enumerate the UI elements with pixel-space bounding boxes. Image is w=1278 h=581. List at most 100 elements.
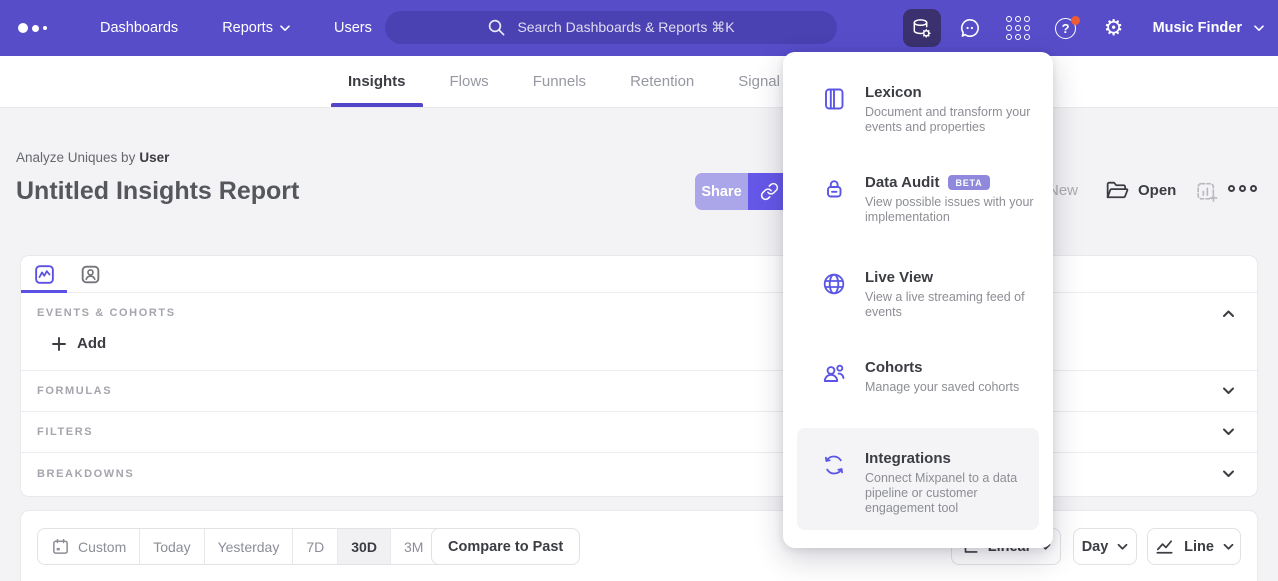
range-yesterday[interactable]: Yesterday <box>204 529 293 564</box>
filters-section[interactable]: FILTERS <box>21 412 1257 453</box>
tab-insights[interactable]: Insights <box>331 56 423 107</box>
compare-to-past-button[interactable]: Compare to Past <box>431 528 580 565</box>
events-cohorts-header: EVENTS & COHORTS <box>37 307 176 319</box>
globe-icon <box>820 270 848 298</box>
filters-header: FILTERS <box>37 426 93 438</box>
chevron-down-icon <box>1117 543 1128 551</box>
feedback-button[interactable] <box>951 9 989 47</box>
data-settings-button[interactable] <box>903 9 941 47</box>
range-30d[interactable]: 30D <box>337 529 390 564</box>
share-button[interactable]: Share <box>695 173 748 210</box>
analysis-context: Analyze Uniques by User <box>16 150 169 165</box>
folder-open-icon <box>1104 178 1129 203</box>
link-icon <box>760 182 779 201</box>
tab-retention[interactable]: Retention <box>613 56 711 107</box>
add-chart-to-board-icon <box>1194 179 1219 204</box>
menu-item-description: View a live streaming feed of events <box>865 290 1037 320</box>
activity-chart-icon <box>33 263 56 286</box>
lexicon-book-icon <box>820 85 848 113</box>
nav-reports[interactable]: Reports <box>200 0 312 56</box>
chevron-down-icon <box>1222 428 1235 437</box>
range-today[interactable]: Today <box>139 529 203 564</box>
nav-dashboards[interactable]: Dashboards <box>78 0 200 56</box>
context-prefix: Analyze Uniques by <box>16 150 135 165</box>
apps-grid-button[interactable] <box>999 9 1037 47</box>
tab-flows[interactable]: Flows <box>433 56 506 107</box>
range-7d[interactable]: 7D <box>292 529 337 564</box>
data-settings-icon <box>910 17 933 40</box>
menu-item-lexicon[interactable]: Lexicon Document and transform your even… <box>783 84 1053 135</box>
nav-reports-label: Reports <box>222 20 273 36</box>
open-label: Open <box>1138 182 1176 199</box>
tab-events-view[interactable] <box>21 256 67 292</box>
chevron-down-icon <box>1254 25 1264 32</box>
interval-dropdown[interactable]: Day <box>1073 528 1137 565</box>
apps-grid-icon <box>1006 16 1030 40</box>
user-card-icon <box>79 263 102 286</box>
page: Dashboards Reports Users Search Dashboar… <box>0 0 1278 581</box>
menu-item-title: Live View <box>865 269 933 286</box>
search-placeholder: Search Dashboards & Reports ⌘K <box>517 19 734 36</box>
context-entity-selector[interactable]: User <box>139 150 169 165</box>
chart-controls-card: Custom Today Yesterday 7D 30D 3M 6M 12M … <box>20 510 1258 581</box>
top-navigation: Dashboards Reports Users <box>78 0 394 56</box>
nav-dashboards-label: Dashboards <box>100 20 178 36</box>
beta-badge: BETA <box>948 175 989 190</box>
settings-button[interactable]: ⚙ <box>1095 9 1133 47</box>
share-group: Share <box>695 173 791 210</box>
chart-type-dropdown[interactable]: Line <box>1147 528 1241 565</box>
add-event-button[interactable]: Add <box>51 335 106 352</box>
header-actions: New Open <box>1040 175 1260 208</box>
report-title[interactable]: Untitled Insights Report <box>16 177 299 206</box>
menu-item-data-audit[interactable]: Data Audit BETA View possible issues wit… <box>783 174 1053 225</box>
data-management-menu: Lexicon Document and transform your even… <box>783 52 1053 548</box>
query-builder-card: EVENTS & COHORTS Add FORMULAS FILTERS BR… <box>20 255 1258 497</box>
range-custom[interactable]: Custom <box>38 529 139 564</box>
menu-item-title: Integrations <box>865 450 951 467</box>
range-3m[interactable]: 3M <box>390 529 436 564</box>
notification-dot <box>1071 16 1080 25</box>
data-audit-lock-icon <box>820 175 848 203</box>
plus-icon <box>51 336 67 352</box>
formulas-header: FORMULAS <box>37 385 112 397</box>
chevron-down-icon <box>1223 543 1234 551</box>
chevron-down-icon <box>1222 387 1235 396</box>
gear-icon: ⚙ <box>1104 17 1124 39</box>
account-label: Music Finder <box>1153 20 1242 36</box>
menu-item-live-view[interactable]: Live View View a live streaming feed of … <box>783 269 1053 320</box>
menu-item-integrations[interactable]: Integrations Connect Mixpanel to a data … <box>783 450 1053 516</box>
events-cohorts-section: EVENTS & COHORTS Add <box>21 293 1257 371</box>
nav-users-label: Users <box>334 20 372 36</box>
menu-item-title: Data Audit <box>865 174 939 191</box>
menu-item-cohorts[interactable]: Cohorts Manage your saved cohorts <box>783 359 1053 395</box>
menu-item-title: Lexicon <box>865 84 922 101</box>
search-input[interactable]: Search Dashboards & Reports ⌘K <box>385 11 837 44</box>
nav-users[interactable]: Users <box>312 0 394 56</box>
calendar-icon <box>51 537 70 556</box>
formulas-section[interactable]: FORMULAS <box>21 371 1257 412</box>
interval-label: Day <box>1082 539 1109 555</box>
topbar-right: ? ⚙ Music Finder <box>903 0 1264 56</box>
menu-item-title: Cohorts <box>865 359 923 376</box>
tab-funnels[interactable]: Funnels <box>516 56 603 107</box>
open-report-button[interactable]: Open <box>1104 178 1176 203</box>
tab-users-view[interactable] <box>67 256 113 292</box>
menu-item-description: Document and transform your events and p… <box>865 105 1037 135</box>
cohorts-people-icon <box>820 360 848 388</box>
report-tabbar: Insights Flows Funnels Retention Signal … <box>0 56 1278 108</box>
menu-item-description: Connect Mixpanel to a data pipeline or c… <box>865 471 1037 516</box>
menu-item-description: View possible issues with your implement… <box>865 195 1037 225</box>
help-button[interactable]: ? <box>1047 9 1085 47</box>
breakdowns-header: BREAKDOWNS <box>37 468 134 480</box>
line-chart-icon <box>1154 536 1175 557</box>
account-menu[interactable]: Music Finder <box>1153 20 1264 36</box>
chevron-up-icon[interactable] <box>1222 310 1235 319</box>
mixpanel-logo-icon[interactable] <box>18 23 58 33</box>
breakdowns-section[interactable]: BREAKDOWNS <box>21 453 1257 494</box>
chevron-down-icon <box>1222 469 1235 478</box>
search-icon <box>487 18 506 37</box>
integrations-sync-icon <box>820 451 848 479</box>
add-to-dashboard-button[interactable] <box>1194 179 1219 204</box>
topbar: Dashboards Reports Users Search Dashboar… <box>0 0 1278 56</box>
more-options-button[interactable] <box>1228 185 1257 192</box>
